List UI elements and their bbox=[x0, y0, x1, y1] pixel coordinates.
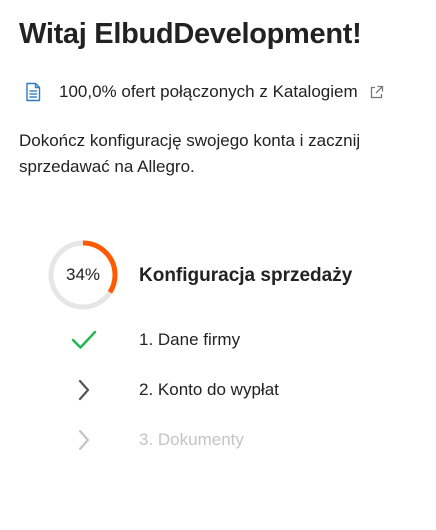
external-link-icon[interactable] bbox=[369, 85, 384, 100]
chevron-right-icon bbox=[60, 375, 108, 405]
setup-title: Konfiguracja sprzedaży bbox=[139, 265, 353, 286]
progress-percentage: 34% bbox=[65, 265, 101, 284]
catalog-status: 100,0% ofert połączonych z Katalogiem bbox=[24, 80, 384, 104]
intro-text: Dokończ konfigurację swojego konta i zac… bbox=[19, 131, 361, 176]
document-icon bbox=[24, 82, 42, 102]
step-label: 3. Dokumenty bbox=[139, 430, 244, 449]
step-documents: 3. Dokumenty bbox=[60, 425, 244, 455]
progress-ring: 34% bbox=[47, 239, 119, 311]
step-label: 2. Konto do wypłat bbox=[139, 380, 279, 399]
step-payout-account[interactable]: 2. Konto do wypłat bbox=[60, 375, 279, 405]
chevron-right-icon bbox=[60, 425, 108, 455]
check-icon bbox=[60, 325, 108, 355]
greeting-title: Witaj ElbudDevelopment! bbox=[19, 18, 362, 50]
step-company-data: 1. Dane firmy bbox=[60, 325, 240, 355]
step-label: 1. Dane firmy bbox=[139, 330, 241, 349]
catalog-percentage-text: 100,0% ofert połączonych z Katalogiem bbox=[59, 82, 358, 101]
